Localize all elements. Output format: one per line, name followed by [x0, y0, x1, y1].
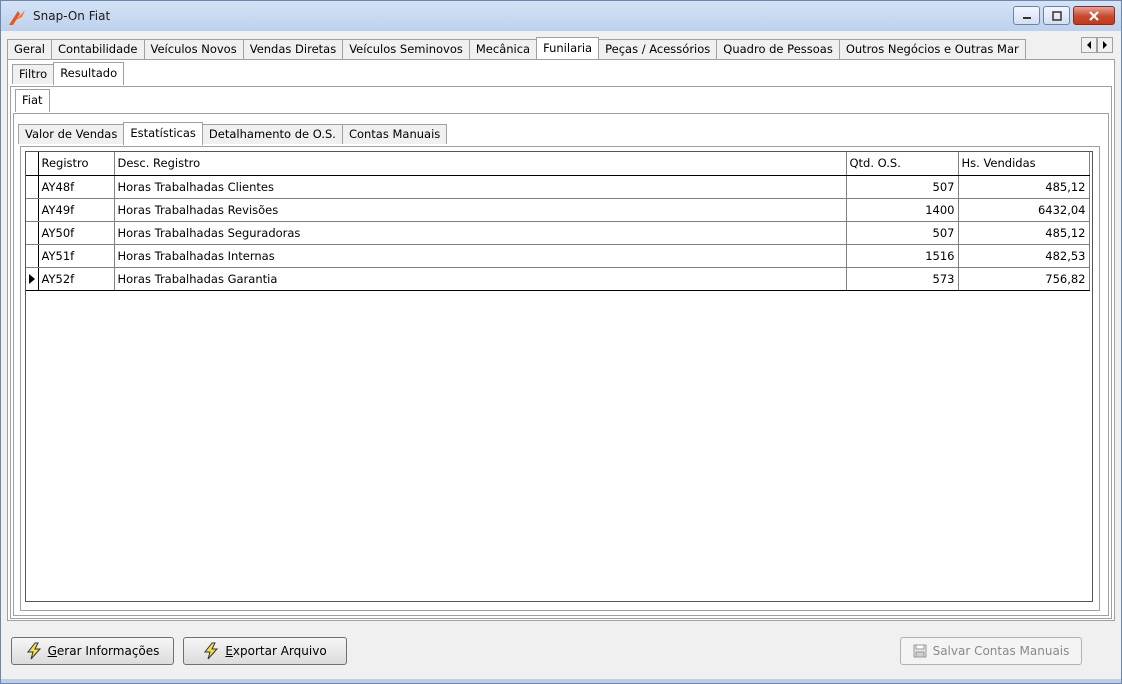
table-row[interactable]: AY50f Horas Trabalhadas Seguradoras 507 …: [26, 221, 1090, 245]
tab-mecânica[interactable]: Mecânica: [468, 39, 538, 59]
window-bottom-border: [1, 679, 1121, 683]
cell-desc[interactable]: Horas Trabalhadas Seguradoras: [114, 221, 847, 245]
estatisticas-panel: Registro Desc. Registro Qtd. O.S. Hs. Ve…: [20, 146, 1100, 611]
data-grid[interactable]: Registro Desc. Registro Qtd. O.S. Hs. Ve…: [25, 151, 1093, 602]
cell-qtd[interactable]: 507: [846, 175, 959, 199]
report-tab-strip: Valor de Vendas Estatísticas Detalhamento …: [18, 122, 448, 145]
tab-vendas-diretas[interactable]: Vendas Diretas: [242, 39, 344, 59]
col-header-desc[interactable]: Desc. Registro: [114, 152, 847, 176]
tab-peças-acessórios[interactable]: Peças / Acessórios: [598, 39, 718, 59]
tab-contabilidade[interactable]: Contabilidade: [50, 39, 145, 59]
row-indicator: [26, 221, 39, 245]
salvar-contas-manuais-label: Salvar Contas Manuais: [932, 644, 1070, 658]
result-tab-strip: Filtro Resultado: [12, 62, 125, 85]
cell-registro[interactable]: AY48f: [38, 175, 115, 199]
cell-registro[interactable]: AY52f: [38, 267, 115, 291]
row-indicator: [26, 175, 39, 199]
app-logo-icon: [9, 10, 25, 25]
resultado-panel: Fiat Valor de Vendas Estatísticas Detalham…: [10, 86, 1112, 619]
tab-quadro-de-pessoas[interactable]: Quadro de Pessoas: [716, 39, 840, 59]
tab-resultado[interactable]: Resultado: [53, 62, 125, 85]
minimize-button[interactable]: [1013, 6, 1040, 25]
row-indicator: [26, 244, 39, 268]
tab-geral[interactable]: Geral: [7, 39, 52, 59]
cell-desc[interactable]: Horas Trabalhadas Clientes: [114, 175, 847, 199]
table-row-selected[interactable]: AY52f Horas Trabalhadas Garantia 573 756…: [26, 267, 1090, 291]
tab-funilaria[interactable]: Funilaria: [536, 37, 600, 59]
cell-qtd[interactable]: 507: [846, 221, 959, 245]
col-header-registro[interactable]: Registro: [38, 152, 115, 176]
table-row[interactable]: AY51f Horas Trabalhadas Internas 1516 48…: [26, 244, 1090, 268]
table-row[interactable]: AY49f Horas Trabalhadas Revisões 1400 64…: [26, 198, 1090, 222]
fiat-panel: Valor de Vendas Estatísticas Detalhamento …: [13, 113, 1109, 616]
cell-registro[interactable]: AY50f: [38, 221, 115, 245]
arrow-right-icon: [1103, 41, 1107, 49]
cell-hs[interactable]: 6432,04: [958, 198, 1090, 222]
client-area: Geral Contabilidade Veículos Novos Vendas D…: [7, 31, 1115, 677]
row-indicator: [26, 198, 39, 222]
col-header-hs[interactable]: Hs. Vendidas: [958, 152, 1090, 176]
tab-veículos-seminovos[interactable]: Veículos Seminovos: [342, 39, 470, 59]
cell-hs[interactable]: 482,53: [958, 244, 1090, 268]
tab-estatísticas[interactable]: Estatísticas: [123, 122, 203, 145]
tab-outros-negócios-e-outras-mar[interactable]: Outros Negócios e Outras Mar: [838, 39, 1026, 59]
tab-fiat[interactable]: Fiat: [15, 89, 50, 112]
minimize-icon: [1022, 16, 1031, 19]
cell-registro[interactable]: AY51f: [38, 244, 115, 268]
current-row-indicator-icon: [26, 267, 39, 291]
maximize-button[interactable]: [1043, 6, 1070, 25]
cell-hs[interactable]: 485,12: [958, 221, 1090, 245]
grid-header-row: Registro Desc. Registro Qtd. O.S. Hs. Ve…: [26, 152, 1090, 176]
cell-desc[interactable]: Horas Trabalhadas Internas: [114, 244, 847, 268]
salvar-contas-manuais-button[interactable]: Salvar Contas Manuais: [900, 637, 1082, 665]
tab-veículos-novos[interactable]: Veículos Novos: [143, 39, 244, 59]
lightning-icon: [26, 642, 41, 660]
tab-scroll-right-button[interactable]: [1097, 37, 1113, 53]
exportar-arquivo-button[interactable]: Exportar Arquivo: [183, 637, 347, 665]
window-title: Snap-On Fiat: [33, 9, 111, 23]
title-bar: Snap-On Fiat: [1, 1, 1121, 31]
arrow-left-icon: [1087, 41, 1091, 49]
lightning-icon: [204, 642, 219, 660]
close-button[interactable]: [1073, 6, 1115, 25]
tab-filtro[interactable]: Filtro: [12, 64, 55, 84]
tab-detalhamento-de-o-s[interactable]: Detalhamento de O.S.: [201, 124, 343, 144]
app-window: Snap-On Fiat Geral Contabilidade Veículos …: [0, 0, 1122, 684]
floppy-disk-icon: [913, 644, 927, 658]
close-icon: [1089, 10, 1099, 21]
cell-desc[interactable]: Horas Trabalhadas Garantia: [114, 267, 847, 291]
indicator-header: [26, 152, 39, 176]
cell-qtd[interactable]: 573: [846, 267, 959, 291]
tab-contas-manuais[interactable]: Contas Manuais: [341, 124, 448, 144]
col-header-qtd[interactable]: Qtd. O.S.: [846, 152, 959, 176]
maximize-icon: [1051, 10, 1062, 21]
gerar-informacoes-button[interactable]: Gerar Informações: [11, 637, 174, 665]
bottom-button-bar: Gerar Informações Exportar Arquivo Salva…: [7, 623, 1115, 677]
tab-valor-de-vendas[interactable]: Valor de Vendas: [18, 124, 125, 144]
tab-scroll-arrows: [1081, 37, 1113, 53]
cell-qtd[interactable]: 1516: [846, 244, 959, 268]
brand-tab-strip: Fiat: [15, 89, 50, 112]
cell-desc[interactable]: Horas Trabalhadas Revisões: [114, 198, 847, 222]
cell-hs[interactable]: 485,12: [958, 175, 1090, 199]
table-row[interactable]: AY48f Horas Trabalhadas Clientes 507 485…: [26, 175, 1090, 199]
funilaria-panel: Filtro Resultado Fiat Valor de Vendas Esta…: [7, 59, 1115, 621]
main-tab-strip: Geral Contabilidade Veículos Novos Vendas D…: [7, 35, 1079, 59]
gerar-informacoes-label: Gerar Informações: [47, 644, 160, 658]
exportar-arquivo-label: Exportar Arquivo: [225, 644, 327, 658]
tab-scroll-left-button[interactable]: [1081, 37, 1097, 53]
cell-registro[interactable]: AY49f: [38, 198, 115, 222]
cell-qtd[interactable]: 1400: [846, 198, 959, 222]
cell-hs[interactable]: 756,82: [958, 267, 1090, 291]
